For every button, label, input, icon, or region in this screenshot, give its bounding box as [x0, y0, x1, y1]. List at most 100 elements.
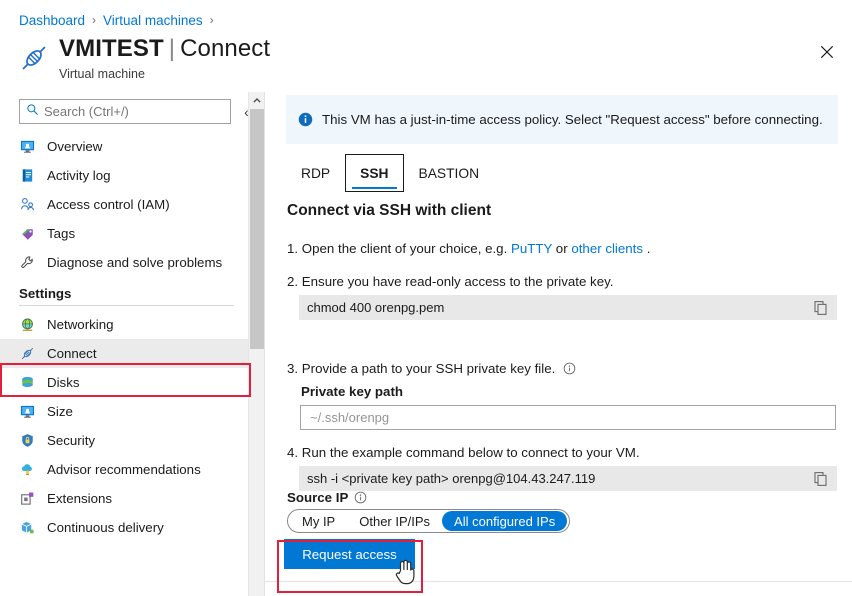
- step-3: 3. Provide a path to your SSH private ke…: [287, 360, 576, 379]
- private-key-path-field[interactable]: [300, 405, 836, 430]
- sidebar-item-disks[interactable]: Disks: [0, 368, 248, 397]
- continuous-delivery-icon: [19, 519, 36, 536]
- search-icon: [26, 103, 44, 121]
- search-box[interactable]: [19, 99, 231, 124]
- connect-plug-icon: [19, 345, 36, 362]
- sidebar-item-extensions[interactable]: Extensions: [0, 484, 248, 513]
- tab-ssh[interactable]: SSH: [345, 154, 404, 192]
- breadcrumb-item-virtual-machines[interactable]: Virtual machines: [103, 13, 203, 28]
- sidebar-item-continuous-delivery[interactable]: Continuous delivery: [0, 513, 248, 542]
- sidebar-item-connect[interactable]: Connect: [0, 339, 248, 368]
- step-1: 1. Open the client of your choice, e.g. …: [287, 240, 650, 257]
- connect-tabs: RDP SSH BASTION: [286, 154, 494, 192]
- step-1-text-before: Open the client of your choice, e.g.: [298, 241, 511, 256]
- scrollbar-thumb[interactable]: [250, 109, 264, 349]
- advisor-icon: [19, 461, 36, 478]
- sidebar-scrollbar[interactable]: [248, 92, 264, 596]
- jit-info-banner: This VM has a just-in-time access policy…: [286, 95, 838, 144]
- sidebar-item-advisor-recommendations[interactable]: Advisor recommendations: [0, 455, 248, 484]
- sidebar-item-label: Overview: [47, 139, 103, 154]
- people-access-icon: [19, 196, 36, 213]
- close-icon[interactable]: [811, 36, 843, 68]
- chmod-command-text: chmod 400 orenpg.pem: [307, 300, 445, 315]
- ssh-command-box[interactable]: ssh -i <private key path> orenpg@104.43.…: [299, 466, 837, 491]
- step-4: 4. Run the example command below to conn…: [287, 444, 640, 461]
- step-2-number: 2.: [287, 274, 299, 289]
- sidebar-item-access-control[interactable]: Access control (IAM): [0, 190, 248, 219]
- sidebar-item-label: Disks: [47, 375, 80, 390]
- info-outline-icon[interactable]: [354, 491, 367, 504]
- sidebar-item-label: Diagnose and solve problems: [47, 255, 223, 270]
- step-2: 2. Ensure you have read-only access to t…: [287, 273, 613, 290]
- sidebar-section-settings: Settings: [19, 286, 72, 301]
- private-key-path-input[interactable]: [308, 406, 828, 429]
- sidebar-item-label: Access control (IAM): [47, 197, 170, 212]
- main-content: This VM has a just-in-time access policy…: [265, 92, 852, 596]
- size-monitor-icon: [19, 403, 36, 420]
- private-key-path-label: Private key path: [301, 384, 403, 399]
- sidebar-item-overview[interactable]: Overview: [0, 132, 248, 161]
- sidebar-item-networking[interactable]: Networking: [0, 310, 248, 339]
- step-3-number: 3.: [287, 361, 299, 376]
- info-circle-icon: [298, 112, 313, 127]
- step-2-text: Ensure you have read-only access to the …: [298, 274, 614, 289]
- step-4-number: 4.: [287, 445, 299, 460]
- wrench-icon: [19, 254, 36, 271]
- sidebar-item-label: Security: [47, 433, 96, 448]
- tab-bastion[interactable]: BASTION: [404, 154, 495, 192]
- page-title-page: Connect: [180, 35, 271, 62]
- other-clients-link[interactable]: other clients: [571, 241, 643, 256]
- breadcrumb-separator-icon: ›: [92, 13, 97, 27]
- tab-rdp[interactable]: RDP: [286, 154, 345, 192]
- sidebar-item-label: Tags: [47, 226, 76, 241]
- copy-icon[interactable]: [813, 300, 829, 316]
- sidebar-item-security[interactable]: Security: [0, 426, 248, 455]
- sidebar-item-label: Size: [47, 404, 73, 419]
- sidebar-item-label: Networking: [47, 317, 114, 332]
- info-outline-icon[interactable]: [563, 362, 576, 379]
- breadcrumb: Dashboard › Virtual machines ›: [19, 10, 221, 30]
- extensions-icon: [19, 490, 36, 507]
- section-title: Connect via SSH with client: [287, 202, 492, 219]
- sidebar-item-activity-log[interactable]: Activity log: [0, 161, 248, 190]
- request-access-button[interactable]: Request access: [284, 539, 415, 569]
- azure-portal-blade: Dashboard › Virtual machines › VMITEST | C…: [0, 0, 852, 596]
- page-header: VMITEST | Connect Virtual machine: [17, 34, 270, 82]
- banner-text: This VM has a just-in-time access policy…: [322, 112, 823, 127]
- sidebar-item-size[interactable]: Size: [0, 397, 248, 426]
- sidebar-divider: [19, 305, 234, 306]
- source-ip-choice-group: My IP Other IP/IPs All configured IPs: [287, 509, 571, 533]
- sidebar-item-diagnose[interactable]: Diagnose and solve problems: [0, 248, 248, 277]
- scroll-up-arrow-icon[interactable]: [249, 92, 264, 109]
- source-ip-label-row: Source IP: [287, 490, 367, 505]
- sidebar-search-row: «: [19, 99, 256, 124]
- disks-icon: [19, 374, 36, 391]
- step-4-text: Run the example command below to connect…: [298, 445, 640, 460]
- source-ip-label: Source IP: [287, 490, 349, 505]
- breadcrumb-item-dashboard[interactable]: Dashboard: [19, 13, 85, 28]
- tags-icon: [19, 225, 36, 242]
- vm-connect-plug-icon: [17, 41, 51, 75]
- ssh-command-text: ssh -i <private key path> orenpg@104.43.…: [307, 471, 596, 486]
- security-shield-icon: [19, 432, 36, 449]
- sidebar-item-tags[interactable]: Tags: [0, 219, 248, 248]
- source-ip-option-all-configured-ips[interactable]: All configured IPs: [442, 511, 568, 531]
- step-1-text-mid: or: [552, 241, 572, 256]
- sidebar-item-label: Connect: [47, 346, 97, 361]
- copy-icon[interactable]: [813, 471, 829, 487]
- sidebar: « Overview: [0, 92, 252, 596]
- chmod-command-box[interactable]: chmod 400 orenpg.pem: [299, 295, 837, 320]
- step-1-number: 1.: [287, 241, 299, 256]
- sidebar-item-label: Continuous delivery: [47, 520, 164, 535]
- sidebar-menu: Overview Activity log Access control (IA…: [0, 132, 248, 596]
- content-bottom-divider: [265, 581, 852, 582]
- breadcrumb-separator-icon: ›: [209, 13, 214, 27]
- source-ip-option-my-ip[interactable]: My IP: [290, 511, 347, 531]
- source-ip-option-other-ips[interactable]: Other IP/IPs: [347, 511, 442, 531]
- putty-link[interactable]: PuTTY: [511, 241, 552, 256]
- page-subtitle: Virtual machine: [59, 67, 145, 81]
- sidebar-item-label: Activity log: [47, 168, 111, 183]
- search-input[interactable]: [44, 104, 224, 119]
- page-title-separator: |: [168, 35, 176, 62]
- step-3-text: Provide a path to your SSH private key f…: [298, 361, 556, 376]
